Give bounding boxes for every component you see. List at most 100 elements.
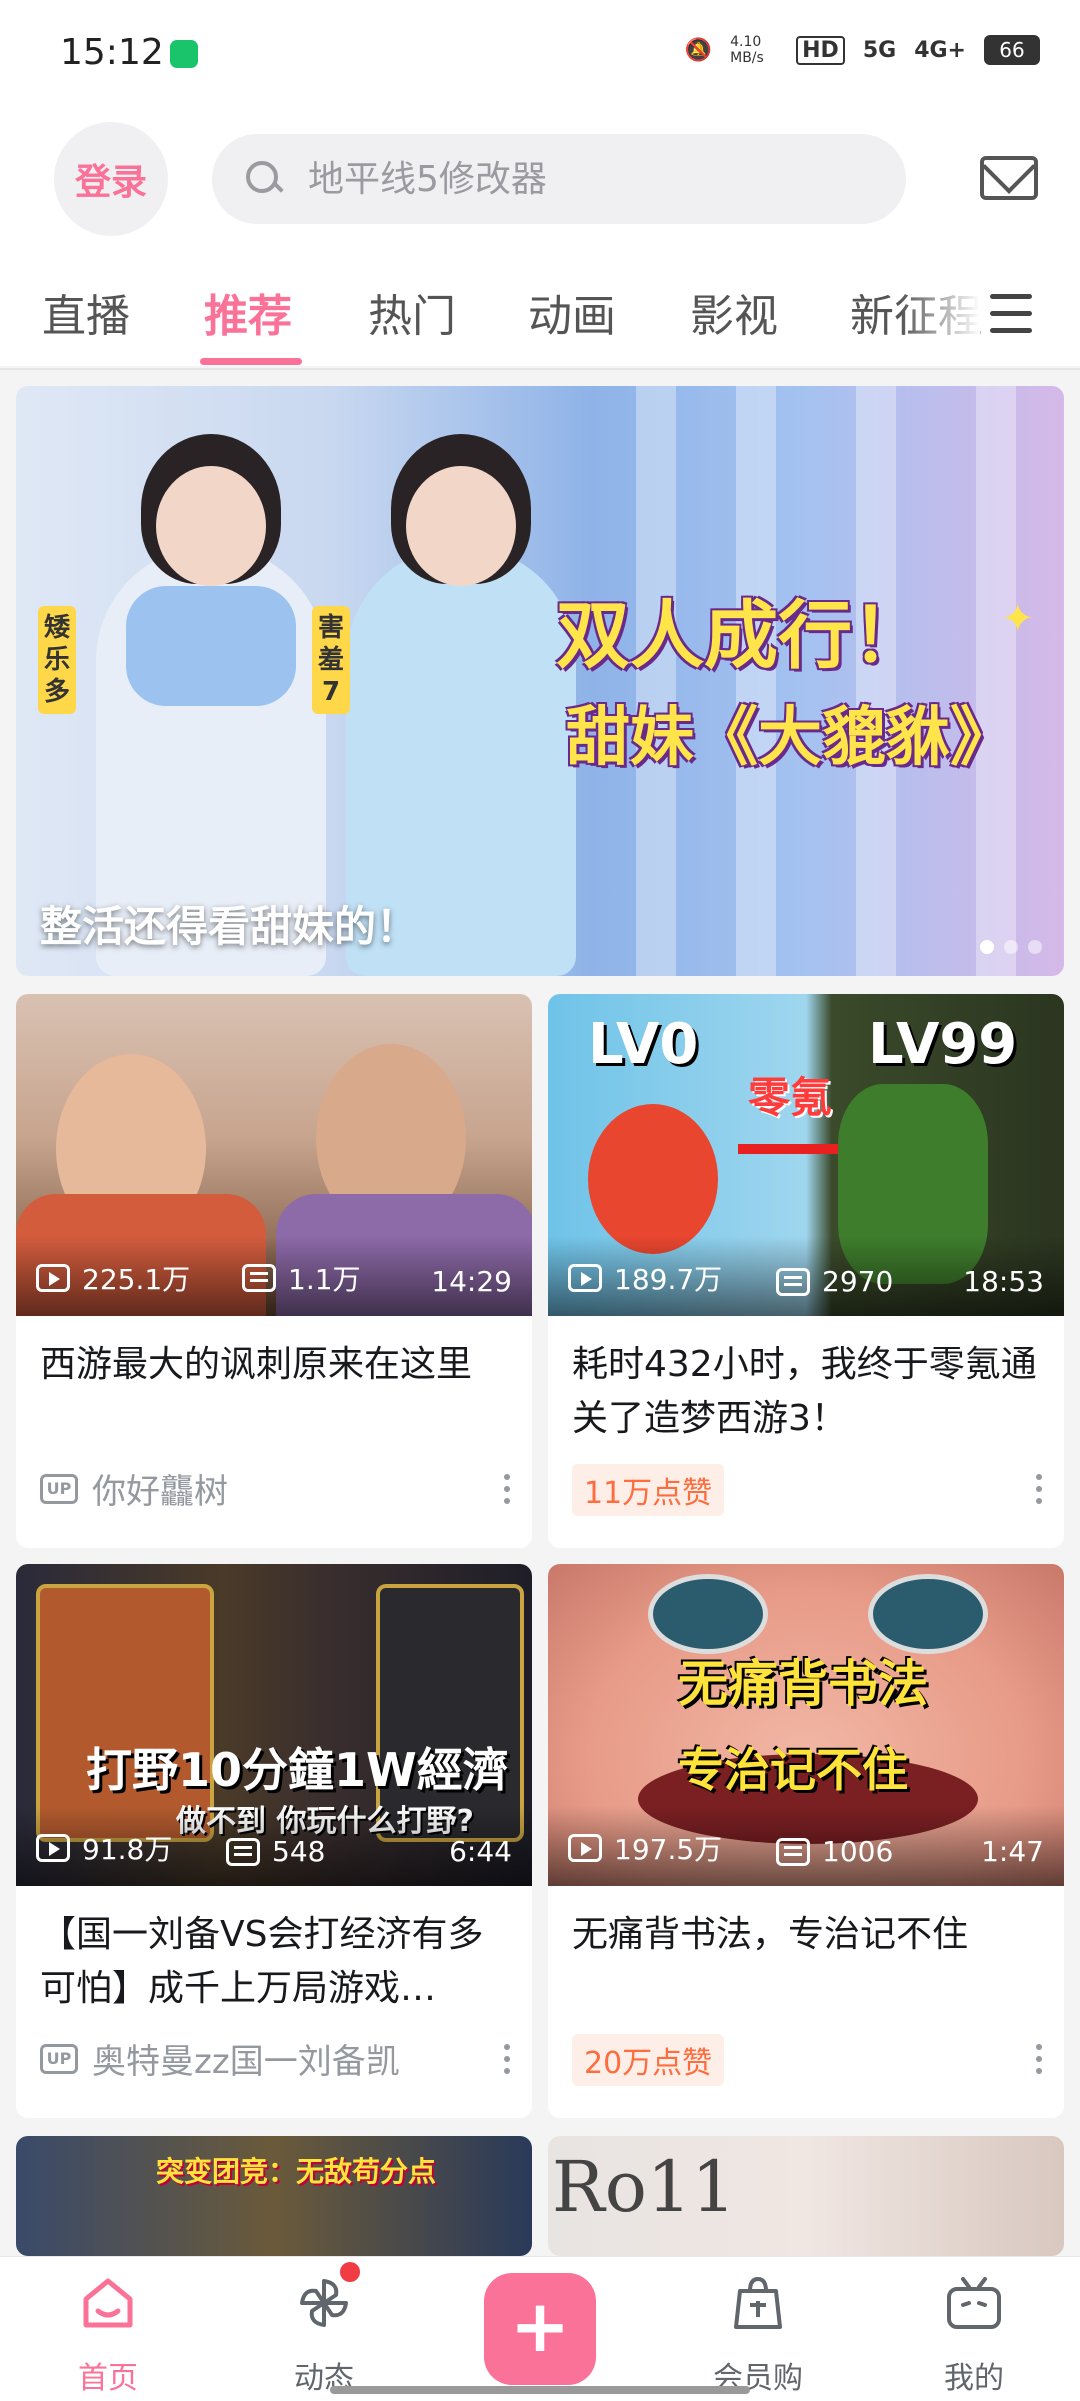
video-footer: 11万点赞 <box>572 1464 725 1516</box>
duration: 18:53 <box>963 1265 1044 1298</box>
hd-indicator: HD <box>796 35 845 65</box>
nav-dynamic[interactable]: 动态 <box>254 2273 394 2396</box>
menu-icon[interactable] <box>990 294 1032 334</box>
battery-indicator: 66 <box>984 35 1040 65</box>
nav-mine-label: 我的 <box>944 2361 1004 2396</box>
video-card[interactable]: LV0 LV99 零氪 189.7万 2970 18:53 耗时432小时，我终… <box>548 994 1064 1548</box>
search-input[interactable] <box>306 157 870 201</box>
video-card-partial[interactable]: Ro11 <box>548 2136 1064 2256</box>
tab-live[interactable]: 直播 <box>42 280 130 344</box>
tab-anime[interactable]: 动画 <box>528 280 616 344</box>
carousel-dots <box>980 940 1042 954</box>
view-count: 225.1万 <box>82 1263 191 1296</box>
shopping-bag-icon <box>734 2276 782 2329</box>
bottom-navigation: 首页 动态 + 会员购 我的 <box>0 2256 1080 2401</box>
video-card-partial[interactable]: 突变团竞：无敌苟分点 <box>16 2136 532 2256</box>
duration: 6:44 <box>449 1835 512 1868</box>
banner-tag-left: 矮乐多 <box>38 606 76 714</box>
sparkle-icon: ✦ <box>1001 596 1035 642</box>
more-options-icon[interactable] <box>504 1474 510 1504</box>
nav-home-label: 首页 <box>78 2361 138 2396</box>
video-title: 【国一刘备VS会打经济有多可怕】成千上万局游戏… <box>40 1914 484 2009</box>
home-indicator <box>330 2386 750 2394</box>
more-options-icon[interactable] <box>504 2044 510 2074</box>
thumb-text-title: 无痛背书法 <box>678 1655 928 1713</box>
danmaku-icon <box>242 1264 276 1292</box>
video-footer: UP 奥特曼zz国一刘备凯 <box>40 2034 400 2083</box>
video-title: 耗时432小时，我终于零氪通关了造梦西游3！ <box>572 1344 1037 1439</box>
status-bar: 15:12 🔕 4.10 MB/s HD 5G 4G+ 66 <box>0 0 1080 110</box>
network-5g: 5G <box>862 37 897 63</box>
home-tv-icon <box>83 2278 133 2328</box>
video-thumbnail: 225.1万 1.1万 14:29 <box>16 994 532 1316</box>
header-divider <box>0 368 1080 370</box>
danmaku-icon <box>226 1837 260 1866</box>
tab-film[interactable]: 影视 <box>690 280 778 344</box>
status-icons: 🔕 4.10 MB/s HD 5G 4G+ 66 <box>685 34 1040 66</box>
play-count-icon <box>36 1264 70 1292</box>
active-tab-indicator <box>200 358 302 365</box>
danmaku-icon <box>776 1267 810 1296</box>
view-count: 91.8万 <box>82 1833 173 1866</box>
notification-dot <box>340 2262 360 2282</box>
nav-home[interactable]: 首页 <box>38 2273 178 2396</box>
thumb-text-main: 打野10分鐘1W經濟 <box>86 1743 509 1797</box>
network-4g: 4G+ <box>914 37 966 63</box>
banner-carousel[interactable]: 矮乐多 害羞7 双人成行！ 甜妹《大貔貅》 ✦ 整活还得看甜妹的！ <box>16 386 1064 976</box>
play-count-icon <box>36 1834 70 1862</box>
video-card[interactable]: 打野10分鐘1W經濟 做不到 你玩什么打野? 91.8万 548 6:44 【国… <box>16 1564 532 2118</box>
tab-hot[interactable]: 热门 <box>368 280 456 344</box>
thumb-text-sub: 专治记不住 <box>678 1743 908 1797</box>
like-badge: 20万点赞 <box>572 2034 725 2086</box>
video-thumbnail: 打野10分鐘1W經濟 做不到 你玩什么打野? 91.8万 548 6:44 <box>16 1564 532 1886</box>
thumb-text-lv99: LV99 <box>868 1012 1018 1077</box>
danmaku-icon <box>776 1837 810 1866</box>
banner-caption: 整活还得看甜妹的！ <box>40 902 419 951</box>
video-card[interactable]: 无痛背书法 专治记不住 197.5万 1006 1:47 无痛背书法，专治记不住… <box>548 1564 1064 2118</box>
view-count: 197.5万 <box>614 1833 723 1866</box>
tab-recommend[interactable]: 推荐 <box>204 280 292 344</box>
uploader-name[interactable]: 奥特曼zz国一刘备凯 <box>92 2034 400 2083</box>
bilibili-tv-icon <box>947 2277 1001 2329</box>
video-thumbnail: 无痛背书法 专治记不住 197.5万 1006 1:47 <box>548 1564 1064 1886</box>
mute-bell-icon: 🔕 <box>684 37 713 63</box>
banner-headline-2: 甜妹《大貔貅》 <box>566 701 1014 775</box>
more-options-icon[interactable] <box>1036 2044 1042 2074</box>
video-thumbnail: Ro11 <box>548 2136 1064 2256</box>
search-bar[interactable] <box>212 134 906 224</box>
search-icon <box>244 159 284 199</box>
play-count-icon <box>568 1834 602 1862</box>
status-time: 15:12 <box>60 32 164 73</box>
like-badge: 11万点赞 <box>572 1464 725 1516</box>
video-thumbnail: LV0 LV99 零氪 189.7万 2970 18:53 <box>548 994 1064 1316</box>
video-footer: UP 你好龘树 <box>40 1464 228 1513</box>
video-title: 西游最大的讽刺原来在这里 <box>40 1344 473 1385</box>
thumb-text: 突变团竞：无敌苟分点 <box>156 2155 437 2188</box>
thumb-text: Ro11 <box>552 2146 736 2228</box>
mail-icon[interactable] <box>980 156 1038 200</box>
banner-tag-right: 害羞7 <box>312 606 350 714</box>
uploader-name[interactable]: 你好龘树 <box>92 1464 228 1513</box>
up-icon: UP <box>40 2043 78 2074</box>
up-icon: UP <box>40 1473 78 1504</box>
tab-fade <box>900 270 980 360</box>
danmaku-count: 1.1万 <box>288 1263 361 1296</box>
pinwheel-icon <box>300 2279 348 2327</box>
video-card[interactable]: 225.1万 1.1万 14:29 西游最大的讽刺原来在这里 UP 你好龘树 <box>16 994 532 1548</box>
nav-shop[interactable]: 会员购 <box>688 2273 828 2396</box>
network-speed: 4.10 MB/s <box>730 34 764 66</box>
danmaku-count: 1006 <box>822 1835 894 1868</box>
duration: 1:47 <box>981 1835 1044 1868</box>
video-thumbnail: 突变团竞：无敌苟分点 <box>16 2136 532 2256</box>
upload-plus-button[interactable]: + <box>484 2273 596 2385</box>
notification-app-icon <box>170 40 198 68</box>
danmaku-count: 548 <box>272 1835 326 1868</box>
video-footer: 20万点赞 <box>572 2034 725 2086</box>
login-button[interactable]: 登录 <box>54 122 168 236</box>
banner-headline-1: 双人成行！ <box>556 593 926 679</box>
view-count: 189.7万 <box>614 1263 723 1296</box>
nav-mine[interactable]: 我的 <box>904 2273 1044 2396</box>
more-options-icon[interactable] <box>1036 1474 1042 1504</box>
play-count-icon <box>568 1264 602 1292</box>
danmaku-count: 2970 <box>822 1265 894 1298</box>
